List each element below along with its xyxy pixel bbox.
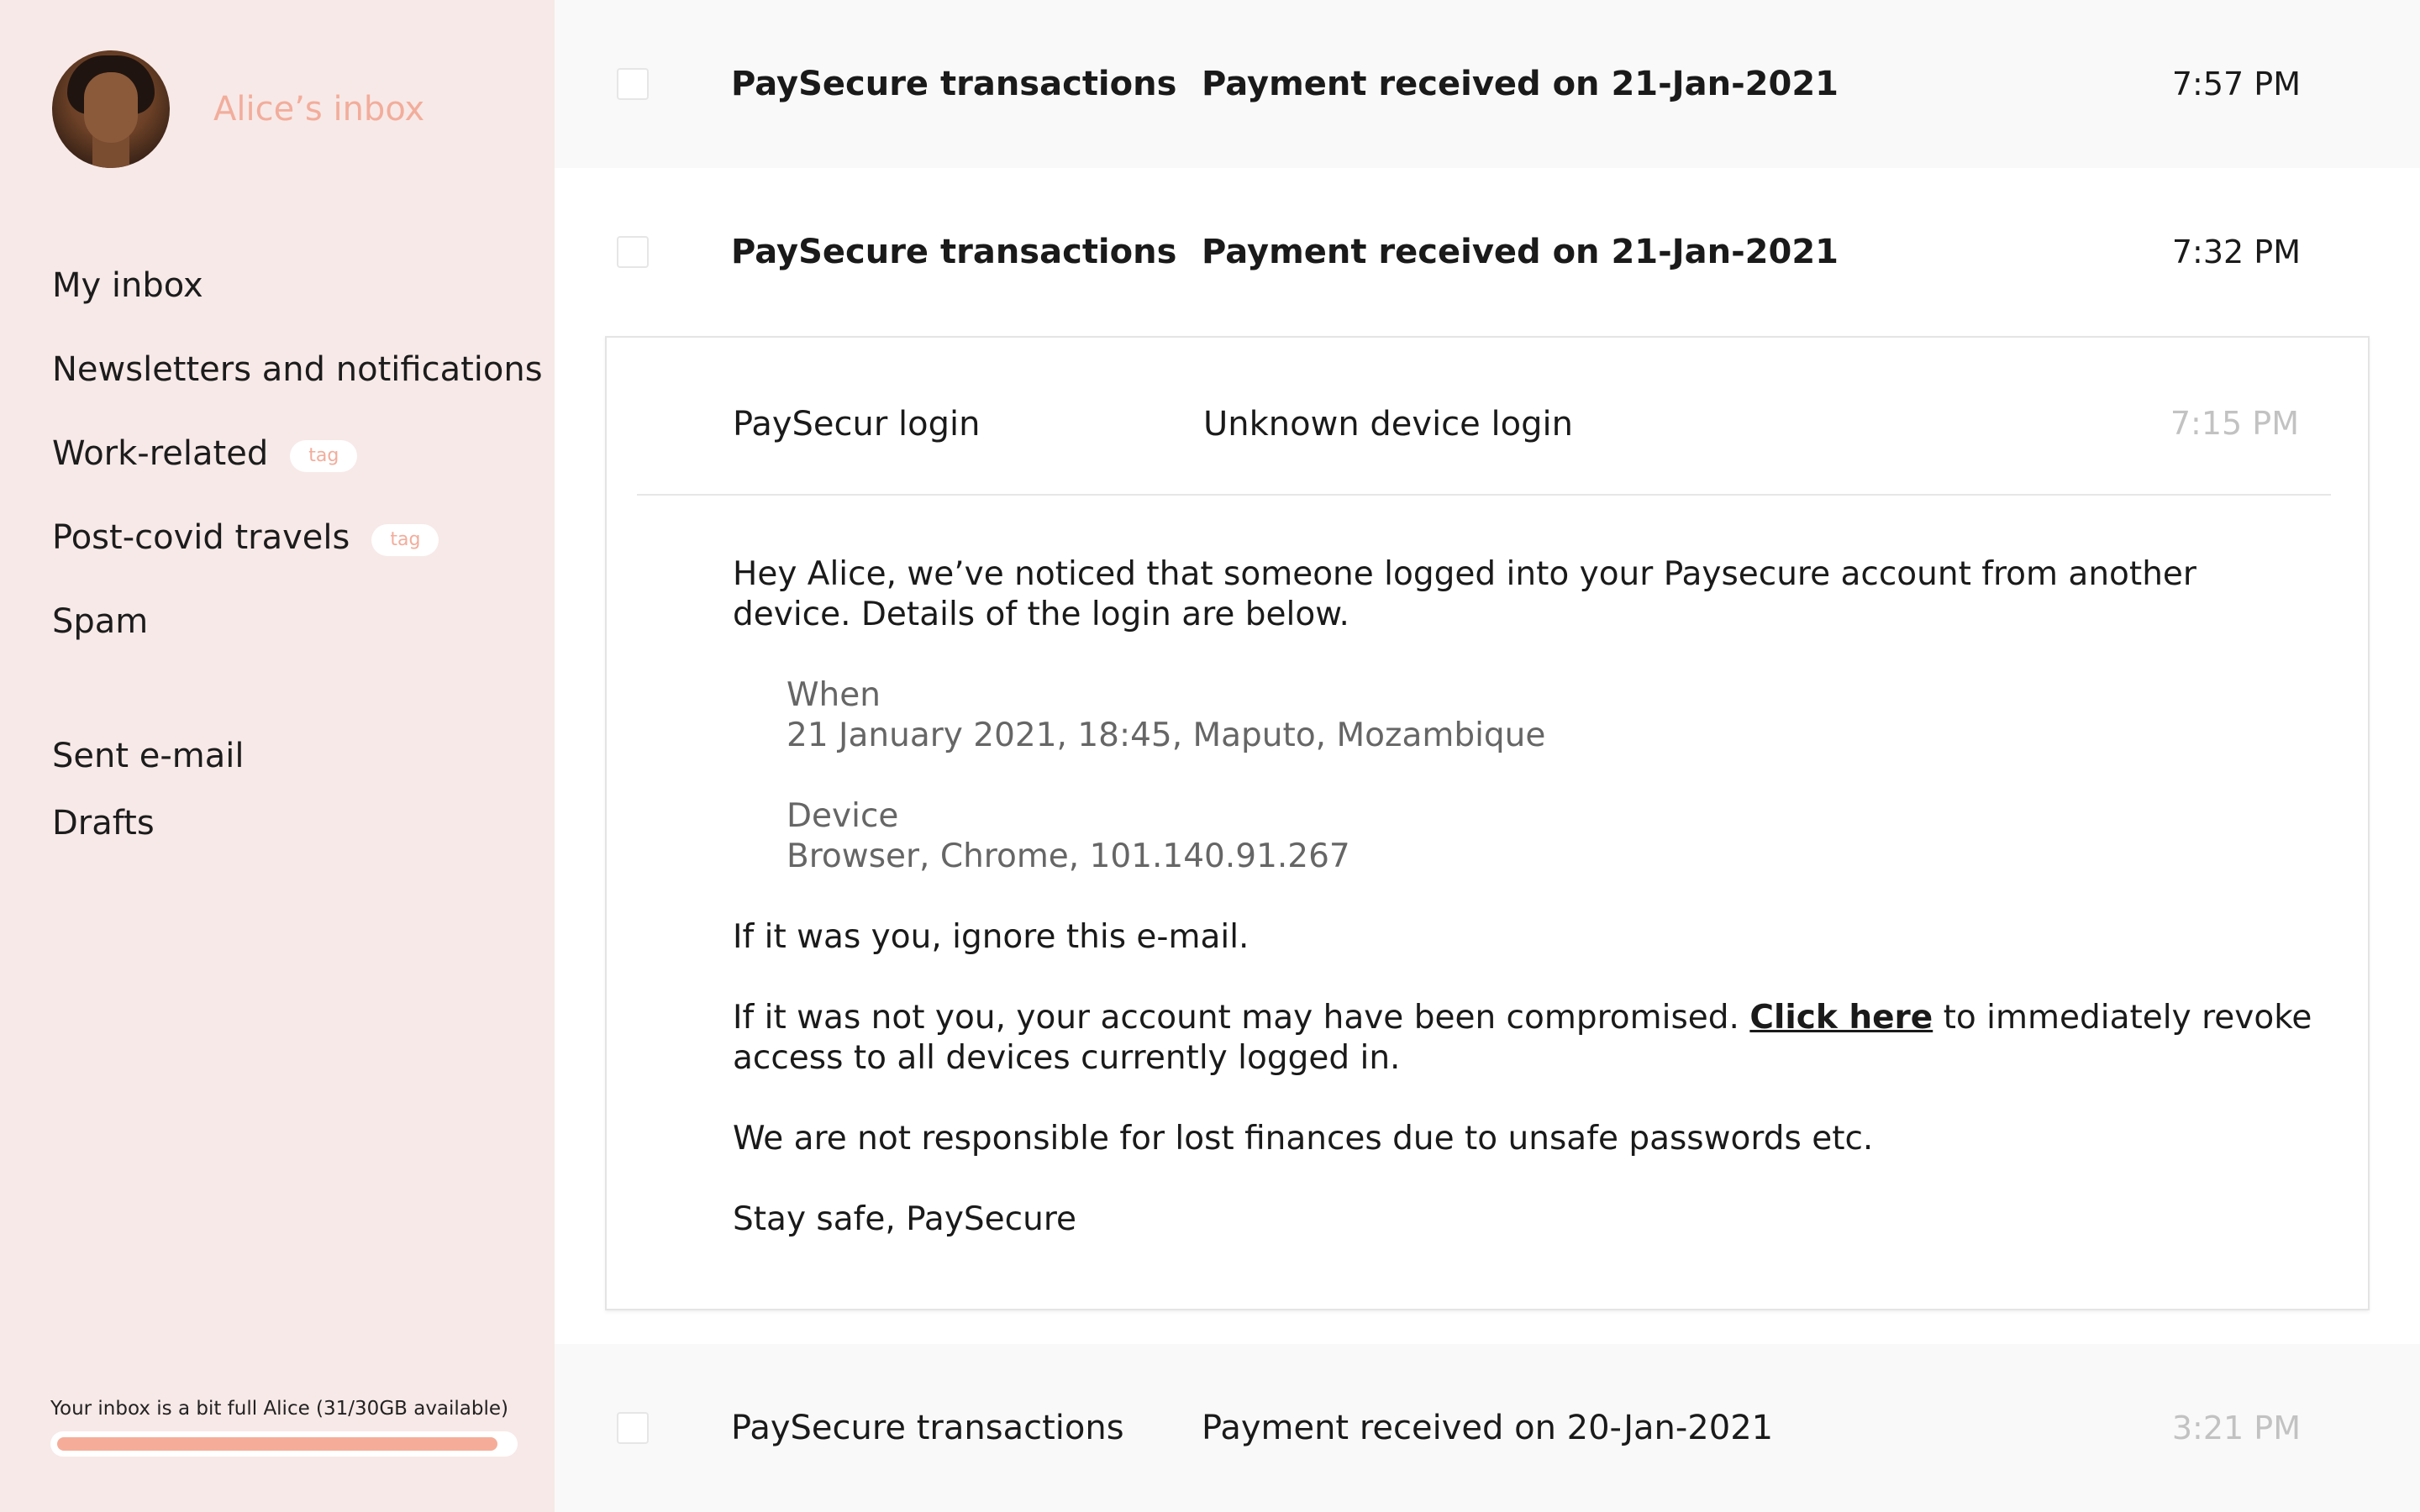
sidebar-item-label: Spam <box>52 602 149 641</box>
primary-nav: My inbox Newsletters and notifications W… <box>52 260 543 680</box>
compromised-text: If it was not you, your account may have… <box>733 999 1750 1037</box>
inbox-title: Alice’s inbox <box>213 90 425 129</box>
sidebar-item-label: My inbox <box>52 266 203 305</box>
sidebar-item-label: Newsletters and notifications <box>52 350 543 389</box>
email-sender: PaySecure transactions <box>731 233 1177 271</box>
login-device: Device Browser, Chrome, 101.140.91.267 <box>786 796 2312 877</box>
tag-badge: tag <box>371 524 439 556</box>
sidebar-item-work-related[interactable]: Work-related tag <box>52 428 543 512</box>
storage-bar <box>50 1431 518 1457</box>
email-sender: PaySecure transactions <box>731 1409 1124 1447</box>
email-row[interactable]: PaySecure transactions Payment received … <box>555 168 2420 336</box>
email-subject: Payment received on 21-Jan-2021 <box>1202 233 1839 271</box>
email-subject: Unknown device login <box>1203 405 1573 444</box>
detail-label: Device <box>786 797 899 835</box>
email-time: 3:21 PM <box>2171 1410 2301 1446</box>
row-checkbox[interactable] <box>617 68 649 100</box>
sidebar-item-label: Sent e-mail <box>52 737 245 775</box>
secondary-nav: Sent e-mail Drafts <box>52 731 245 865</box>
storage-text: Your inbox is a bit full Alice (31/30GB … <box>50 1398 509 1420</box>
compromised-paragraph: If it was not you, your account may have… <box>733 998 2312 1079</box>
tag-badge: tag <box>290 440 358 472</box>
mail-list: PaySecure transactions Payment received … <box>555 0 2420 1512</box>
expanded-email: PaySecur login Unknown device login 7:15… <box>605 336 2370 1310</box>
login-when: When 21 January 2021, 18:45, Maputo, Moz… <box>786 675 2312 756</box>
sidebar-item-newsletters[interactable]: Newsletters and notifications <box>52 344 543 428</box>
storage-indicator: Your inbox is a bit full Alice (31/30GB … <box>50 1398 521 1457</box>
expanded-email-header[interactable]: PaySecur login Unknown device login 7:15… <box>607 338 2368 494</box>
email-sender: PaySecur login <box>733 405 981 444</box>
email-subject: Payment received on 21-Jan-2021 <box>1202 65 1839 103</box>
revoke-access-link[interactable]: Click here <box>1749 999 1933 1037</box>
email-time: 7:57 PM <box>2171 66 2301 102</box>
row-checkbox[interactable] <box>617 1412 649 1444</box>
email-time: 7:32 PM <box>2171 234 2301 270</box>
sidebar-item-post-covid-travels[interactable]: Post-covid travels tag <box>52 512 543 596</box>
sidebar-item-spam[interactable]: Spam <box>52 596 543 680</box>
divider <box>637 494 2331 496</box>
sidebar-item-label: Work-related <box>52 434 269 473</box>
sidebar: Alice’s inbox My inbox Newsletters and n… <box>0 0 555 1512</box>
email-subject: Payment received on 20-Jan-2021 <box>1202 1409 1774 1447</box>
email-body: Hey Alice, we’ve noticed that someone lo… <box>733 554 2312 1280</box>
email-sender: PaySecure transactions <box>731 65 1177 103</box>
signoff: Stay safe, PaySecure <box>733 1200 1076 1238</box>
detail-value: Browser, Chrome, 101.140.91.267 <box>786 837 1350 875</box>
storage-bar-fill <box>57 1437 497 1451</box>
ignore-line: If it was you, ignore this e-mail. <box>733 918 1249 956</box>
sidebar-item-label: Drafts <box>52 804 155 843</box>
row-checkbox[interactable] <box>617 236 649 268</box>
sidebar-item-sent[interactable]: Sent e-mail <box>52 731 245 798</box>
email-row[interactable]: PaySecure transactions Payment received … <box>555 1344 2420 1512</box>
profile-header: Alice’s inbox <box>52 50 424 168</box>
email-time: 7:15 PM <box>2170 405 2299 442</box>
detail-value: 21 January 2021, 18:45, Maputo, Mozambiq… <box>786 717 1546 754</box>
sidebar-item-drafts[interactable]: Drafts <box>52 798 245 865</box>
sidebar-item-label: Post-covid travels <box>52 518 350 557</box>
detail-label: When <box>786 676 881 714</box>
disclaimer: We are not responsible for lost finances… <box>733 1120 1874 1158</box>
email-row[interactable]: PaySecure transactions Payment received … <box>555 0 2420 168</box>
email-intro: Hey Alice, we’ve noticed that someone lo… <box>733 555 2196 633</box>
sidebar-item-my-inbox[interactable]: My inbox <box>52 260 543 344</box>
avatar[interactable] <box>52 50 170 168</box>
